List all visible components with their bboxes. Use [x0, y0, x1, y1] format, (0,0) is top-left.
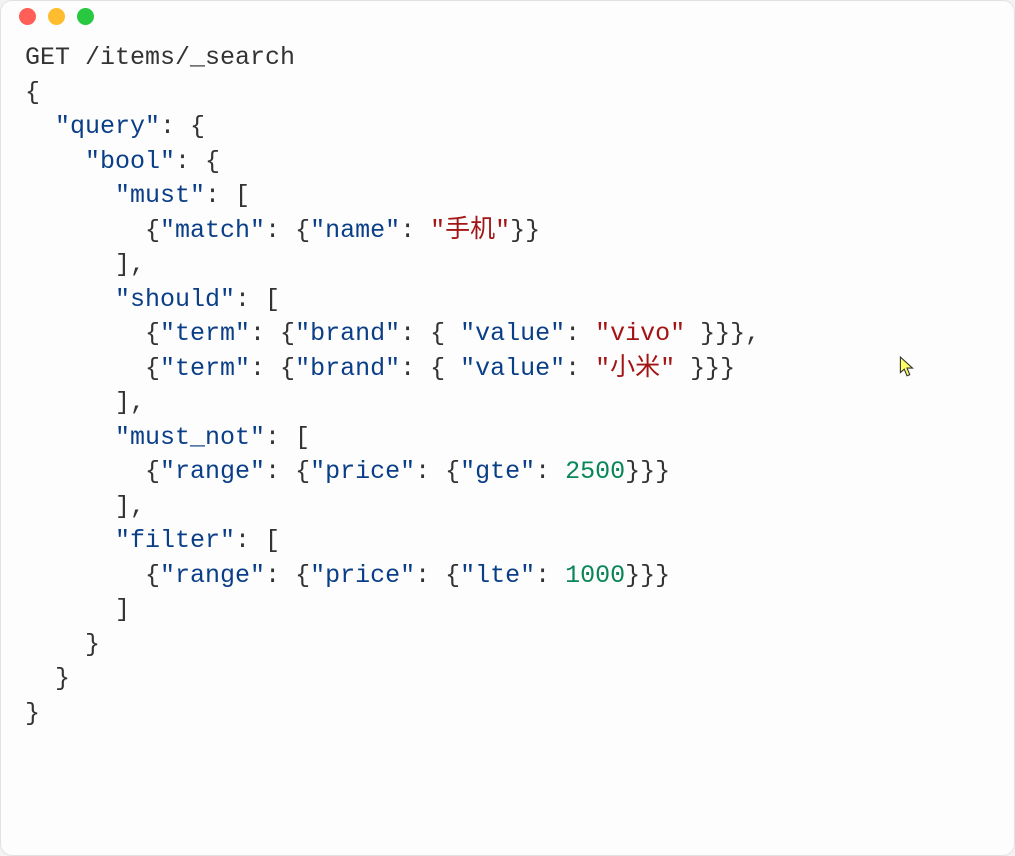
close-window-button[interactable]	[19, 8, 36, 25]
brace-close: }	[25, 699, 40, 728]
value-brand-vivo: "vivo"	[595, 319, 685, 348]
key-gte: "gte"	[460, 457, 535, 486]
key-range-1: "range"	[160, 457, 265, 486]
code-block[interactable]: GET /items/_search { "query": { "bool": …	[1, 31, 1014, 835]
key-price-2: "price"	[310, 561, 415, 590]
value-brand-xiaomi: "小米"	[595, 354, 675, 383]
key-filter: "filter"	[115, 526, 235, 555]
key-must: "must"	[115, 181, 205, 210]
mouse-cursor-icon	[899, 356, 915, 378]
key-bool: "bool"	[85, 147, 175, 176]
value-gte-price: 2500	[565, 457, 625, 486]
code-window: GET /items/_search { "query": { "bool": …	[0, 0, 1015, 856]
key-brand-2: "brand"	[295, 354, 400, 383]
key-term-2: "term"	[160, 354, 250, 383]
brace-open: {	[25, 78, 40, 107]
window-titlebar	[1, 1, 1014, 31]
request-line: GET /items/_search	[25, 43, 295, 72]
key-range-2: "range"	[160, 561, 265, 590]
maximize-window-button[interactable]	[77, 8, 94, 25]
key-price-1: "price"	[310, 457, 415, 486]
key-value-2: "value"	[460, 354, 565, 383]
key-brand-1: "brand"	[295, 319, 400, 348]
key-query: "query"	[55, 112, 160, 141]
key-value-1: "value"	[460, 319, 565, 348]
key-lte: "lte"	[460, 561, 535, 590]
key-name: "name"	[310, 216, 400, 245]
key-term-1: "term"	[160, 319, 250, 348]
key-should: "should"	[115, 285, 235, 314]
value-match-name: "手机"	[430, 216, 510, 245]
minimize-window-button[interactable]	[48, 8, 65, 25]
key-match: "match"	[160, 216, 265, 245]
value-lte-price: 1000	[565, 561, 625, 590]
key-must-not: "must_not"	[115, 423, 265, 452]
